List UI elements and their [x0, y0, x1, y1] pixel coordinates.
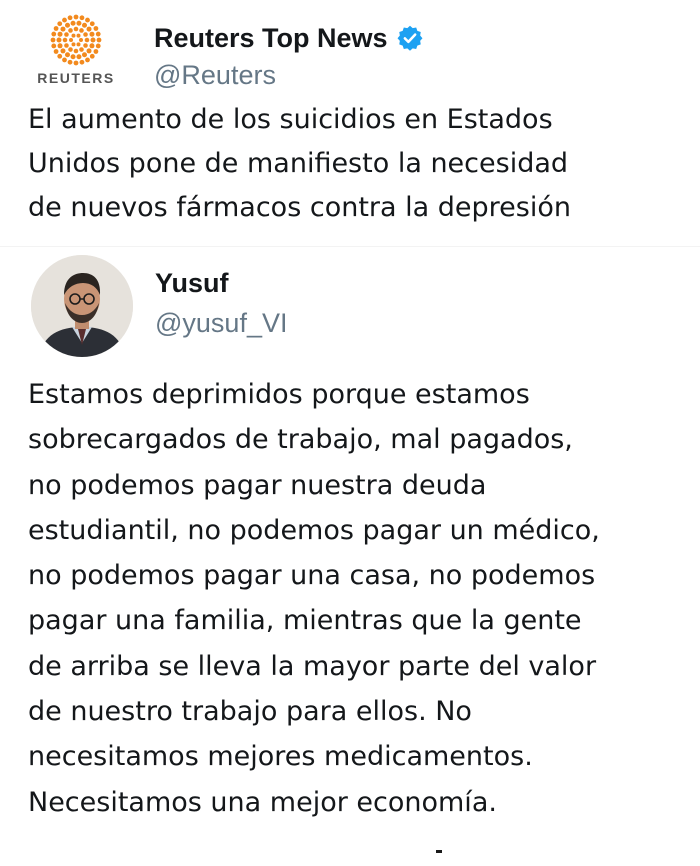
- reuters-logo-dot: [71, 42, 76, 47]
- reuters-wordmark: REUTERS: [37, 70, 115, 86]
- reuters-logo-dot: [68, 47, 73, 52]
- reuters-logo-dot: [68, 28, 73, 33]
- reuters-logo-dot: [62, 17, 67, 23]
- reuters-logo-dot: [73, 48, 79, 54]
- reuters-logo-dot: [93, 26, 99, 31]
- reuters-logo-dot: [73, 26, 79, 32]
- reuters-logo-dot: [96, 37, 102, 43]
- reuters-logo-dot: [85, 17, 90, 23]
- reuters-logo-dot: [82, 22, 87, 28]
- reuters-logo-dot: [67, 15, 73, 21]
- reuters-logo-dot: [64, 43, 69, 48]
- reuters-logo-dot: [56, 37, 62, 43]
- reuters-logo-dot: [86, 26, 92, 32]
- verified-badge-icon: [396, 24, 424, 52]
- quoted-tweet[interactable]: REUTERS Reuters Top News @Reuters El aum…: [0, 0, 700, 242]
- reuters-logo-dot: [95, 43, 101, 49]
- reuters-logo-dot: [83, 43, 88, 48]
- reuters-logo-dot: [69, 38, 73, 42]
- reuters-logo-dot: [79, 59, 85, 65]
- reuters-logo-dot: [62, 57, 67, 63]
- reuters-logo-dot: [53, 26, 59, 31]
- reuters-logo-dot: [79, 28, 84, 33]
- reuters-logo-icon[interactable]: REUTERS: [28, 12, 124, 92]
- reuters-logo-dot: [79, 38, 83, 42]
- reuters-logo-dot: [76, 33, 81, 38]
- reuters-logo-dot: [95, 31, 101, 37]
- reuters-logo-dot: [57, 21, 63, 27]
- reuters-logo-dot: [86, 48, 92, 54]
- reuters-logo-dot: [60, 48, 66, 54]
- yusuf-display-name[interactable]: Yusuf: [155, 268, 229, 299]
- reuters-logo-dot: [76, 54, 82, 60]
- reuters-logo-dot: [53, 49, 59, 54]
- reuters-logo-dot: [84, 37, 90, 43]
- reuters-logo-dot: [70, 54, 76, 60]
- reuters-logo-dot: [57, 43, 63, 49]
- reuters-handle[interactable]: @Reuters: [154, 60, 276, 91]
- reuters-logo-dot: [64, 32, 69, 37]
- reuters-logo-dot: [89, 43, 95, 49]
- reuters-logo-dot: [82, 52, 87, 58]
- reuters-logo-dot: [50, 37, 56, 43]
- tweet-divider: [0, 246, 700, 247]
- reuters-display-name[interactable]: Reuters Top News: [154, 23, 388, 54]
- reuters-logo-dot: [57, 53, 63, 59]
- reuters-logo-dot: [73, 60, 79, 66]
- reuters-logo-dot: [62, 37, 68, 43]
- yusuf-handle[interactable]: @yusuf_VI: [155, 308, 287, 339]
- reuters-logo-dot: [76, 20, 82, 26]
- yusuf-avatar[interactable]: [31, 255, 133, 357]
- reuters-logo-dot: [67, 59, 73, 65]
- reuters-logo-dot: [57, 31, 63, 37]
- reuters-logo-dot: [60, 26, 66, 32]
- reuters-logo-dot: [85, 57, 90, 63]
- reuters-logo-dot: [51, 31, 57, 37]
- reuters-logo-dot: [79, 47, 84, 52]
- reuters-logo-dot: [76, 42, 81, 47]
- reply-tweet-text: Estamos deprimidos porque estamos sobrec…: [28, 379, 600, 818]
- reuters-logo-dot: [89, 31, 95, 37]
- reuters-logo-dot: [83, 32, 88, 37]
- bottom-mark: [436, 850, 442, 853]
- reuters-logo-dot: [51, 43, 57, 49]
- reuters-logo-dot: [71, 33, 76, 38]
- reuters-logo-dot: [79, 15, 85, 21]
- reuters-logo-dot: [70, 20, 76, 26]
- reuters-logo-dot: [65, 52, 70, 58]
- reuters-name-row: Reuters Top News: [154, 20, 424, 56]
- quoted-tweet-text: El aumento de los suicidios en Estados U…: [28, 104, 571, 223]
- reuters-logo-dot: [93, 49, 99, 54]
- reuters-logo-dot: [89, 53, 95, 59]
- reuters-logo-dot: [65, 22, 70, 28]
- reuters-logo-dot: [89, 21, 95, 27]
- reuters-logo-dot: [73, 14, 79, 20]
- reuters-logo-dot: [90, 37, 96, 43]
